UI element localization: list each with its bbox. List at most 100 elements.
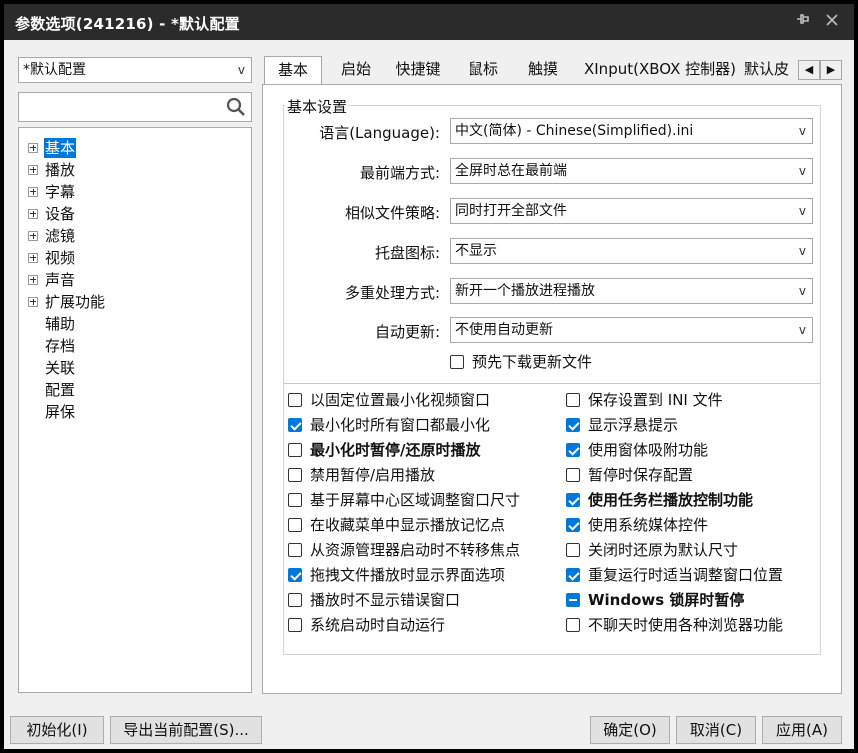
category-tree: 基本 播放字幕设备 滤镜 视频声音扩展功能辅助存档关联配置屏保: [18, 127, 252, 693]
field-select[interactable]: 中文(简体) - Chinese(Simplified).ini v: [450, 118, 813, 144]
option-checkbox[interactable]: Windows 锁屏时暂停: [566, 590, 744, 610]
checkbox-label: 使用系统媒体控件: [588, 516, 709, 534]
chevron-down-icon: v: [798, 284, 806, 298]
checkbox-label: 以固定位置最小化视频窗口: [310, 391, 491, 409]
checkbox-box: [566, 518, 580, 532]
tree-item[interactable]: 配置: [19, 380, 249, 400]
chevron-down-icon: v: [798, 244, 806, 258]
checkbox-box: [288, 518, 302, 532]
tab-mouse[interactable]: 鼠标: [454, 56, 512, 84]
expand-icon[interactable]: [28, 143, 38, 153]
option-checkbox[interactable]: 系统启动时自动运行: [288, 615, 445, 635]
field-label: 自动更新:: [374, 323, 440, 341]
option-checkbox[interactable]: 在收藏菜单中显示播放记忆点: [288, 515, 505, 535]
option-checkbox[interactable]: 从资源管理器启动时不转移焦点: [288, 540, 520, 560]
tree-item-label: 屏保: [45, 403, 76, 421]
tree-item[interactable]: 屏保: [19, 402, 249, 422]
tab-xinput[interactable]: XInput(XBOX 控制器): [576, 56, 744, 84]
tab-basic[interactable]: 基本: [264, 56, 322, 85]
option-checkbox[interactable]: 使用窗体吸附功能: [566, 440, 708, 460]
option-checkbox[interactable]: 禁用暂停/启用播放: [288, 465, 435, 485]
close-icon[interactable]: [820, 10, 844, 34]
checkbox-box: [450, 355, 464, 369]
option-checkbox[interactable]: 最小化时暂停/还原时播放: [288, 440, 480, 460]
search-icon[interactable]: [225, 96, 247, 118]
checkbox-box: [566, 468, 580, 482]
initialize-button[interactable]: 初始化(I): [10, 716, 104, 744]
option-checkbox[interactable]: 使用任务栏播放控制功能: [566, 490, 753, 510]
option-checkbox[interactable]: 保存设置到 INI 文件: [566, 390, 723, 410]
field-select[interactable]: 同时打开全部文件 v: [450, 198, 813, 224]
profile-select[interactable]: *默认配置 v: [18, 57, 252, 83]
checkbox-label: 显示浮悬提示: [588, 416, 679, 434]
field-select[interactable]: 不使用自动更新 v: [450, 317, 813, 343]
tree-item[interactable]: 存档: [19, 336, 249, 356]
chevron-down-icon: v: [798, 323, 806, 337]
tree-item[interactable]: 设备: [19, 204, 249, 224]
tab-startup[interactable]: 启始: [328, 56, 384, 84]
tree-item-label: 配置: [45, 381, 76, 399]
checkbox-box: [288, 468, 302, 482]
tree-item-label: 字幕: [45, 183, 76, 201]
tree-item[interactable]: 视频: [19, 248, 249, 268]
expand-icon[interactable]: [28, 275, 38, 285]
field-select-value: 中文(简体) - Chinese(Simplified).ini: [455, 123, 694, 139]
tree-item-label: 声音: [45, 271, 76, 289]
field-select[interactable]: 不显示 v: [450, 238, 813, 264]
field-label: 多重处理方式:: [344, 284, 440, 302]
export-config-button[interactable]: 导出当前配置(S)...: [110, 716, 262, 744]
pin-icon[interactable]: [790, 10, 814, 34]
option-checkbox[interactable]: 重复运行时适当调整窗口位置: [566, 565, 783, 585]
tree-item[interactable]: 字幕: [19, 182, 249, 202]
option-checkbox[interactable]: 以固定位置最小化视频窗口: [288, 390, 490, 410]
option-checkbox[interactable]: 暂停时保存配置: [566, 465, 693, 485]
predownload-checkbox[interactable]: 预先下载更新文件: [450, 352, 592, 372]
apply-button[interactable]: 应用(A): [762, 716, 842, 744]
tab-touch[interactable]: 触摸: [514, 56, 572, 84]
checkbox-box: [288, 593, 302, 607]
tab-scroll-right-icon[interactable]: ▶: [820, 60, 842, 80]
option-checkbox[interactable]: 最小化时所有窗口都最小化: [288, 415, 490, 435]
checkbox-label: 最小化时暂停/还原时播放: [310, 441, 481, 459]
option-checkbox[interactable]: 关闭时还原为默认尺寸: [566, 540, 738, 560]
checkbox-label: 保存设置到 INI 文件: [588, 391, 723, 409]
tab-default-skin[interactable]: 默认皮: [744, 56, 800, 84]
option-checkbox[interactable]: 使用系统媒体控件: [566, 515, 708, 535]
checkbox-label: 重复运行时适当调整窗口位置: [588, 566, 784, 584]
tree-item-label: 辅助: [45, 315, 76, 333]
tree-item[interactable]: 基本: [19, 138, 249, 158]
tree-item[interactable]: 关联: [19, 358, 249, 378]
expand-icon[interactable]: [28, 231, 38, 241]
option-checkbox[interactable]: 显示浮悬提示: [566, 415, 678, 435]
option-checkbox[interactable]: 拖拽文件播放时显示界面选项: [288, 565, 505, 585]
checkbox-box: [288, 493, 302, 507]
expand-icon[interactable]: [28, 297, 38, 307]
tree-item[interactable]: 播放: [19, 160, 249, 180]
search-input[interactable]: [18, 92, 252, 122]
tree-item[interactable]: 辅助: [19, 314, 249, 334]
tab-scroll-left-icon[interactable]: ◀: [798, 60, 820, 80]
tree-item[interactable]: 滤镜: [19, 226, 249, 246]
checkbox-label: 播放时不显示错误窗口: [310, 591, 461, 609]
tree-item-label: 关联: [45, 359, 76, 377]
checkbox-label: 从资源管理器启动时不转移焦点: [310, 541, 521, 559]
tree-item-label: 扩展功能: [45, 293, 106, 311]
checkbox-label: 暂停时保存配置: [588, 466, 694, 484]
checkbox-box: [566, 493, 580, 507]
expand-icon[interactable]: [28, 209, 38, 219]
option-checkbox[interactable]: 基于屏幕中心区域调整窗口尺寸: [288, 490, 520, 510]
tree-item[interactable]: 声音: [19, 270, 249, 290]
cancel-button[interactable]: 取消(C): [676, 716, 756, 744]
field-select[interactable]: 新开一个播放进程播放 v: [450, 278, 813, 304]
checkbox-box: [566, 393, 580, 407]
checkbox-box: [566, 418, 580, 432]
expand-icon[interactable]: [28, 187, 38, 197]
option-checkbox[interactable]: 播放时不显示错误窗口: [288, 590, 460, 610]
ok-button[interactable]: 确定(O): [590, 716, 670, 744]
tree-item[interactable]: 扩展功能: [19, 292, 249, 312]
tab-shortcuts[interactable]: 快捷键: [386, 56, 450, 84]
expand-icon[interactable]: [28, 253, 38, 263]
option-checkbox[interactable]: 不聊天时使用各种浏览器功能: [566, 615, 783, 635]
field-select[interactable]: 全屏时总在最前端 v: [450, 158, 813, 184]
expand-icon[interactable]: [28, 165, 38, 175]
